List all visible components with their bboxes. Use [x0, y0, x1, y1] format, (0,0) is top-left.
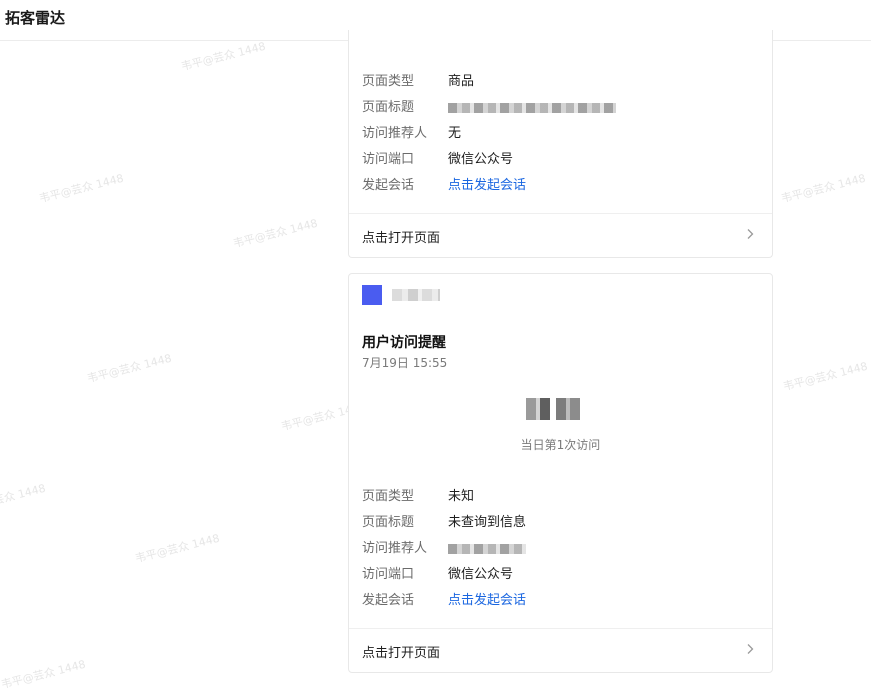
info-value: 商品 — [448, 74, 474, 89]
watermark: 韦平@芸众 1448 — [37, 170, 125, 206]
watermark: 韦平@芸众 1448 — [0, 480, 47, 516]
watermark: 韦平@芸众 1448 — [179, 38, 267, 74]
info-label: 页面类型 — [362, 488, 448, 506]
watermark: 韦平@芸众 1448 — [781, 358, 869, 394]
redacted-app-name — [392, 289, 440, 301]
info-row-referrer: 访问推荐人无 — [362, 125, 461, 143]
info-row-page-type: 页面类型未知 — [362, 488, 474, 506]
info-value: 未查询到信息 — [448, 515, 526, 530]
visit-card: 用户访问提醒 7月19日 15:55 当日第1次访问 页面类型未知 页面标题未查… — [348, 273, 773, 673]
info-label: 访问端口 — [362, 566, 448, 584]
info-label: 页面类型 — [362, 73, 448, 91]
watermark: 韦平@芸众 1448 — [85, 350, 173, 386]
page-title: 拓客雷达 — [5, 7, 65, 28]
info-row-port: 访问端口微信公众号 — [362, 151, 513, 169]
chevron-right-icon — [742, 226, 758, 242]
redacted-value — [448, 103, 616, 113]
info-value: 微信公众号 — [448, 567, 513, 582]
watermark: 韦平@芸众 1448 — [779, 170, 867, 206]
info-row-port: 访问端口微信公众号 — [362, 566, 513, 584]
notice-time: 7月19日 15:55 — [362, 354, 447, 371]
app-logo-icon — [362, 285, 382, 305]
info-row-referrer: 访问推荐人 — [362, 540, 526, 558]
start-chat-link[interactable]: 点击发起会话 — [448, 593, 526, 608]
visit-caption: 当日第1次访问 — [349, 436, 772, 453]
info-label: 访问端口 — [362, 151, 448, 169]
open-page-label: 点击打开页面 — [362, 227, 440, 246]
visit-card: 页面类型商品 页面标题 访问推荐人无 访问端口微信公众号 发起会话点击发起会话 … — [348, 30, 773, 258]
chevron-right-icon — [742, 641, 758, 657]
open-page-label: 点击打开页面 — [362, 642, 440, 661]
redacted-value — [448, 544, 526, 554]
open-page-button[interactable]: 点击打开页面 — [349, 629, 772, 673]
info-value: 微信公众号 — [448, 152, 513, 167]
info-label: 访问推荐人 — [362, 540, 448, 558]
info-label: 访问推荐人 — [362, 125, 448, 143]
info-label: 页面标题 — [362, 99, 448, 117]
info-value: 无 — [448, 126, 461, 141]
info-row-page-type: 页面类型商品 — [362, 73, 474, 91]
info-label: 发起会话 — [362, 177, 448, 195]
info-row-chat: 发起会话点击发起会话 — [362, 592, 526, 610]
redacted-visitor — [526, 398, 580, 420]
open-page-button[interactable]: 点击打开页面 — [349, 214, 772, 258]
watermark: 韦平@芸众 1448 — [231, 215, 319, 251]
watermark: 韦平@芸众 1448 — [133, 530, 221, 566]
info-label: 发起会话 — [362, 592, 448, 610]
notice-title: 用户访问提醒 — [362, 332, 446, 352]
info-label: 页面标题 — [362, 514, 448, 532]
watermark: 韦平@芸众 1448 — [0, 656, 87, 692]
info-row-chat: 发起会话点击发起会话 — [362, 177, 526, 195]
start-chat-link[interactable]: 点击发起会话 — [448, 178, 526, 193]
info-row-page-title: 页面标题 — [362, 99, 616, 117]
info-row-page-title: 页面标题未查询到信息 — [362, 514, 526, 532]
info-value: 未知 — [448, 489, 474, 504]
